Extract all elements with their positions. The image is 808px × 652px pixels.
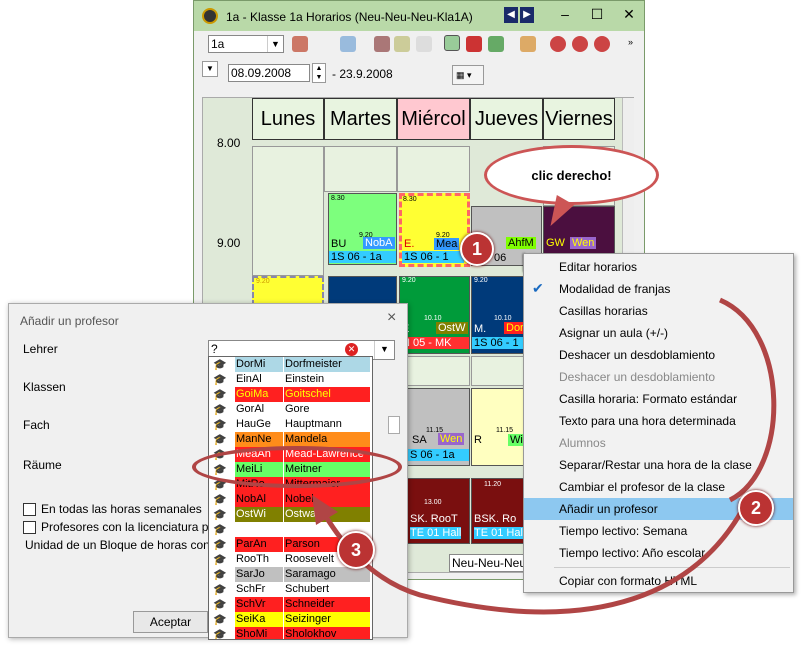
step-badge-2: 2 — [738, 490, 774, 526]
flow-arrow — [312, 297, 777, 615]
step-badge-1: 1 — [460, 232, 494, 266]
step-badge-3: 3 — [337, 531, 375, 569]
